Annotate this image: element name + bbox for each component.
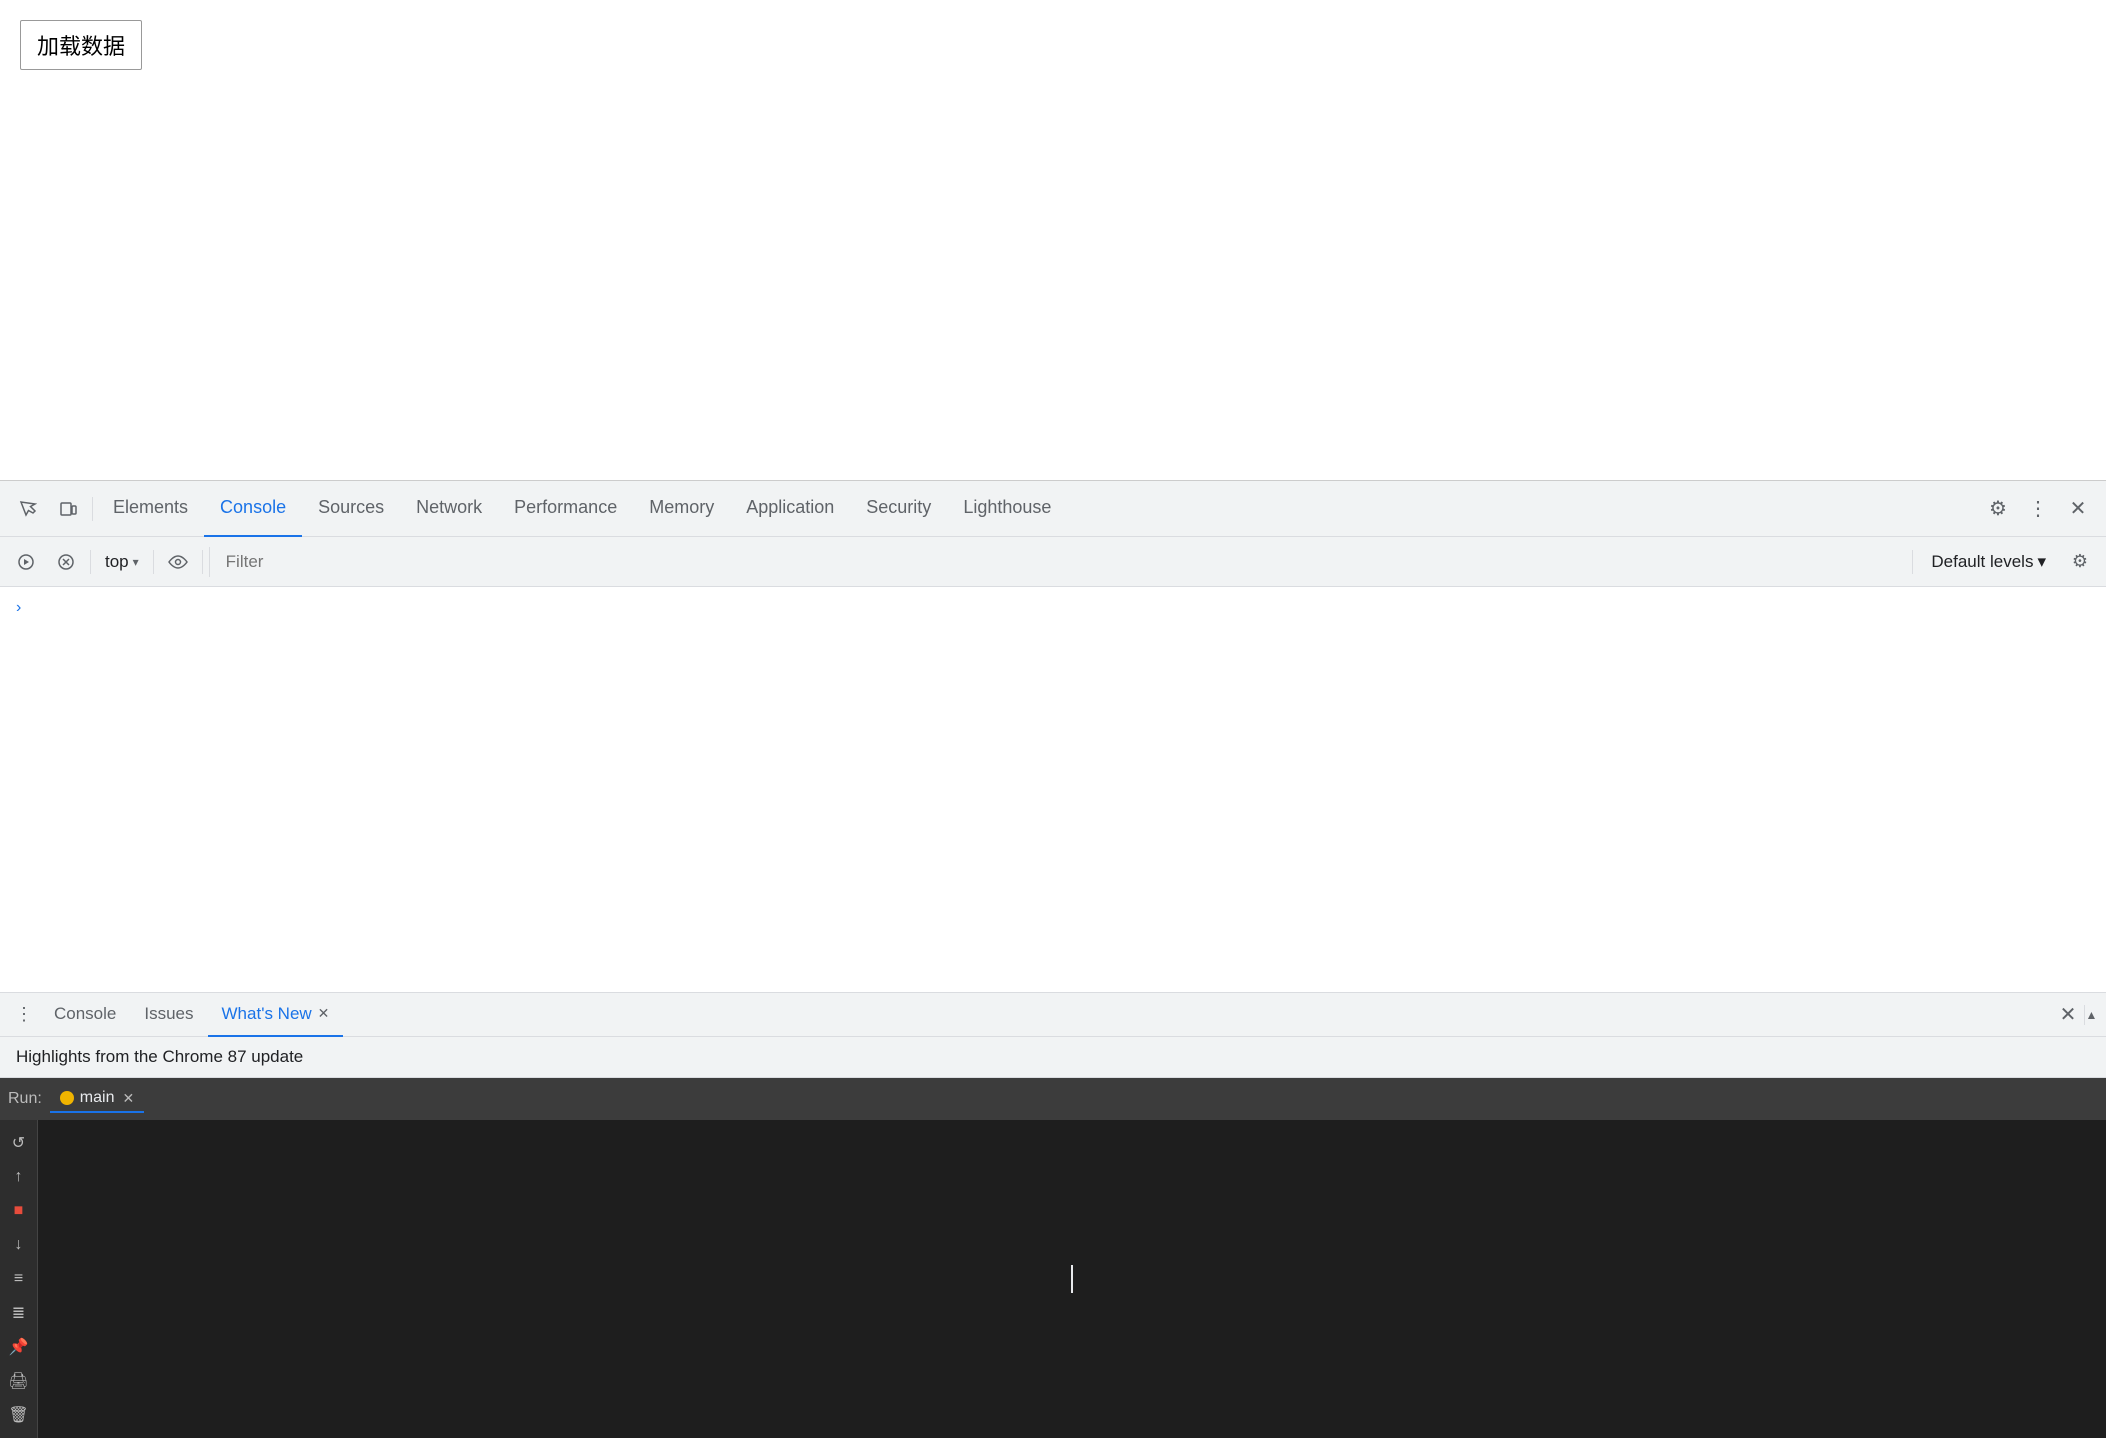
list-down-icon[interactable]: ≣ bbox=[4, 1298, 34, 1328]
tab-performance[interactable]: Performance bbox=[498, 481, 633, 537]
tab-sources[interactable]: Sources bbox=[302, 481, 400, 537]
reload-icon[interactable]: ↺ bbox=[4, 1128, 34, 1158]
page-content: 加载数据 bbox=[0, 0, 2106, 480]
run-label: Run: bbox=[8, 1090, 42, 1108]
load-data-button[interactable]: 加载数据 bbox=[20, 20, 142, 70]
tab-lighthouse[interactable]: Lighthouse bbox=[947, 481, 1067, 537]
close-whats-new-tab-button[interactable]: ✕ bbox=[318, 1005, 330, 1022]
prompt-chevron-icon: › bbox=[16, 599, 21, 617]
toolbar-divider-4 bbox=[1912, 550, 1913, 574]
run-sidebar: ↺ ↑ ■ ↓ ≡ ≣ 📌 🖨 🗑 bbox=[0, 1120, 38, 1438]
bottom-tabs-bar: ⋮ Console Issues What's New ✕ ✕ ▲ bbox=[0, 993, 2106, 1037]
whats-new-title: Highlights from the Chrome 87 update bbox=[16, 1047, 303, 1066]
bottom-tab-issues[interactable]: Issues bbox=[130, 993, 207, 1037]
settings-button[interactable]: ⚙ bbox=[1978, 489, 2018, 529]
run-tabs-bar: Run: main ✕ bbox=[0, 1078, 2106, 1120]
devtools-tab-bar: Elements Console Sources Network Perform… bbox=[0, 481, 2106, 537]
run-tab-close-icon[interactable]: ✕ bbox=[122, 1090, 134, 1107]
eye-icon-button[interactable] bbox=[160, 544, 196, 580]
print-icon[interactable]: 🖨 bbox=[4, 1366, 34, 1396]
close-devtools-button[interactable]: ✕ bbox=[2058, 489, 2098, 529]
log-levels-button[interactable]: Default levels ▾ bbox=[1919, 548, 2058, 576]
tab-console[interactable]: Console bbox=[204, 481, 302, 537]
tab-elements[interactable]: Elements bbox=[97, 481, 204, 537]
bottom-tab-issues-label: Issues bbox=[144, 1004, 193, 1024]
levels-chevron-icon: ▾ bbox=[2037, 552, 2046, 572]
step-down-icon[interactable]: ↓ bbox=[4, 1230, 34, 1260]
console-output: › bbox=[0, 587, 2106, 992]
more-button[interactable]: ⋮ bbox=[2018, 489, 2058, 529]
filter-input[interactable] bbox=[218, 547, 1907, 577]
execute-button[interactable] bbox=[8, 544, 44, 580]
devtools-panel: Elements Console Sources Network Perform… bbox=[0, 480, 2106, 1212]
trash-icon[interactable]: 🗑 bbox=[4, 1400, 34, 1430]
close-bottom-panel-button[interactable]: ✕ bbox=[2052, 999, 2084, 1031]
tab-divider bbox=[92, 497, 93, 521]
pin-icon[interactable]: 📌 bbox=[4, 1332, 34, 1362]
scroll-track: ▲ bbox=[2084, 1005, 2098, 1025]
run-tab-python-icon bbox=[60, 1091, 74, 1105]
chevron-down-icon: ▾ bbox=[133, 555, 139, 569]
text-cursor bbox=[1071, 1265, 1073, 1293]
toolbar-divider bbox=[90, 550, 91, 574]
run-panel: Run: main ✕ ↺ ↑ ■ ↓ ≡ ≣ 📌 🖨 🗑 bbox=[0, 1078, 2106, 1438]
tab-application[interactable]: Application bbox=[730, 481, 850, 537]
step-up-icon[interactable]: ↑ bbox=[4, 1162, 34, 1192]
console-toolbar: top ▾ Default levels ▾ ⚙ bbox=[0, 537, 2106, 587]
run-main-tab[interactable]: main ✕ bbox=[50, 1085, 144, 1113]
device-toolbar-button[interactable] bbox=[48, 489, 88, 529]
bottom-tab-console[interactable]: Console bbox=[40, 993, 130, 1037]
tab-network[interactable]: Network bbox=[400, 481, 498, 537]
console-settings-icon[interactable]: ⚙ bbox=[2062, 544, 2098, 580]
bottom-more-button[interactable]: ⋮ bbox=[8, 999, 40, 1031]
stop-icon[interactable]: ■ bbox=[4, 1196, 34, 1226]
list-icon[interactable]: ≡ bbox=[4, 1264, 34, 1294]
bottom-tab-whats-new[interactable]: What's New ✕ bbox=[208, 993, 344, 1037]
tab-memory[interactable]: Memory bbox=[633, 481, 730, 537]
run-tab-label: main bbox=[80, 1089, 115, 1107]
inspect-element-button[interactable] bbox=[8, 489, 48, 529]
run-content-area[interactable] bbox=[38, 1120, 2106, 1438]
tab-security[interactable]: Security bbox=[850, 481, 947, 537]
context-selector[interactable]: top ▾ bbox=[97, 548, 147, 576]
clear-console-button[interactable] bbox=[48, 544, 84, 580]
whats-new-header: Highlights from the Chrome 87 update bbox=[0, 1037, 2106, 1078]
console-prompt[interactable]: › bbox=[16, 595, 2090, 621]
run-bottom: ↺ ↑ ■ ↓ ≡ ≣ 📌 🖨 🗑 bbox=[0, 1120, 2106, 1438]
bottom-tab-console-label: Console bbox=[54, 1004, 116, 1024]
toolbar-divider-3 bbox=[202, 550, 203, 574]
filter-container bbox=[209, 547, 1907, 577]
levels-label: Default levels bbox=[1931, 552, 2033, 572]
scroll-up-icon[interactable]: ▲ bbox=[2086, 1007, 2098, 1023]
context-label: top bbox=[105, 552, 129, 572]
bottom-panel: ⋮ Console Issues What's New ✕ ✕ ▲ Highli… bbox=[0, 992, 2106, 1212]
toolbar-divider-2 bbox=[153, 550, 154, 574]
bottom-tab-whats-new-label: What's New bbox=[222, 1004, 312, 1024]
